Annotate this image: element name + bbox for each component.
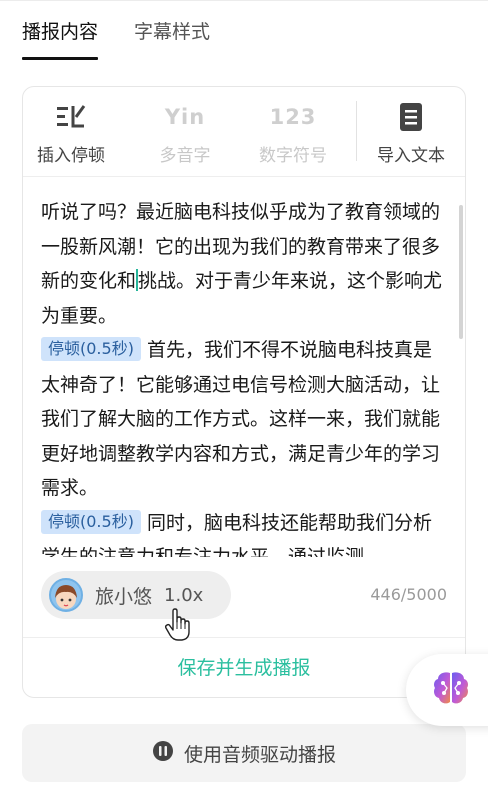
insert-pause-icon bbox=[23, 101, 119, 133]
polyphone-button[interactable]: Yin 多音字 bbox=[137, 101, 233, 166]
tab-broadcast-content[interactable]: 播报内容 bbox=[22, 18, 99, 62]
script-text-editor[interactable]: 听说了吗？最近脑电科技似乎成为了教育领域的一股新风潮！它的出现为我们的教育带来了… bbox=[41, 195, 445, 557]
script-paragraph-3: 停顿(0.5秒) 同时，脑电科技还能帮助我们分析学生的注意力和专注力水平。通过监测 bbox=[41, 506, 445, 557]
pause-tag[interactable]: 停顿(0.5秒) bbox=[41, 509, 141, 534]
audio-driven-broadcast-label: 使用音频驱动播报 bbox=[183, 743, 336, 766]
top-divider bbox=[0, 0, 488, 1]
voice-name: 旅小悠 bbox=[95, 585, 153, 608]
import-text-button[interactable]: 导入文本 bbox=[363, 101, 459, 166]
tab-bar: 播报内容 字幕样式 bbox=[22, 18, 210, 62]
document-icon bbox=[363, 101, 459, 133]
voice-selector[interactable]: 旅小悠 1.0x bbox=[41, 571, 231, 619]
paragraph-2-text: 首先，我们不得不说脑电科技真是太神奇了！它能够通过电信号检测大脑活动，让我们了解… bbox=[41, 339, 441, 499]
insert-pause-button[interactable]: 插入停顿 bbox=[23, 101, 119, 166]
toolbar-divider bbox=[356, 101, 357, 161]
polyphone-icon: Yin bbox=[137, 101, 233, 133]
insert-pause-label: 插入停顿 bbox=[37, 146, 105, 166]
voice-speed: 1.0x bbox=[164, 584, 204, 606]
editor-toolbar: 插入停顿 Yin 多音字 123 数字符号 导入文本 bbox=[23, 87, 465, 177]
editor-scrollbar[interactable] bbox=[459, 205, 463, 339]
save-and-generate-button[interactable]: 保存并生成播报 bbox=[23, 653, 465, 680]
pause-tag[interactable]: 停顿(0.5秒) bbox=[41, 337, 141, 361]
number-symbol-icon: 123 bbox=[245, 101, 341, 133]
number-symbol-button[interactable]: 123 数字符号 bbox=[245, 101, 341, 166]
script-paragraph-1: 听说了吗？最近脑电科技似乎成为了教育领域的一股新风潮！它的出现为我们的教育带来了… bbox=[41, 195, 445, 333]
floating-assistant-button[interactable] bbox=[406, 654, 488, 726]
polyphone-label: 多音字 bbox=[159, 146, 211, 166]
number-symbol-label: 数字符号 bbox=[259, 146, 327, 166]
broadcast-editor-card: 插入停顿 Yin 多音字 123 数字符号 导入文本 听说了吗？最近脑电科技似乎… bbox=[22, 86, 466, 698]
number-symbol-icon-text: 123 bbox=[269, 105, 317, 129]
brain-icon bbox=[432, 670, 470, 710]
polyphone-icon-text: Yin bbox=[164, 105, 206, 129]
tab-subtitle-style[interactable]: 字幕样式 bbox=[134, 18, 210, 62]
character-count: 446/5000 bbox=[370, 585, 447, 604]
import-text-label: 导入文本 bbox=[377, 146, 445, 166]
script-paragraph-2: 停顿(0.5秒) 首先，我们不得不说脑电科技真是太神奇了！它能够通过电信号检测大脑… bbox=[41, 333, 445, 506]
audio-driven-broadcast-button[interactable]: 使用音频驱动播报 bbox=[22, 724, 466, 782]
avatar bbox=[49, 578, 83, 612]
audio-wave-icon bbox=[152, 740, 174, 766]
card-divider bbox=[23, 637, 465, 638]
